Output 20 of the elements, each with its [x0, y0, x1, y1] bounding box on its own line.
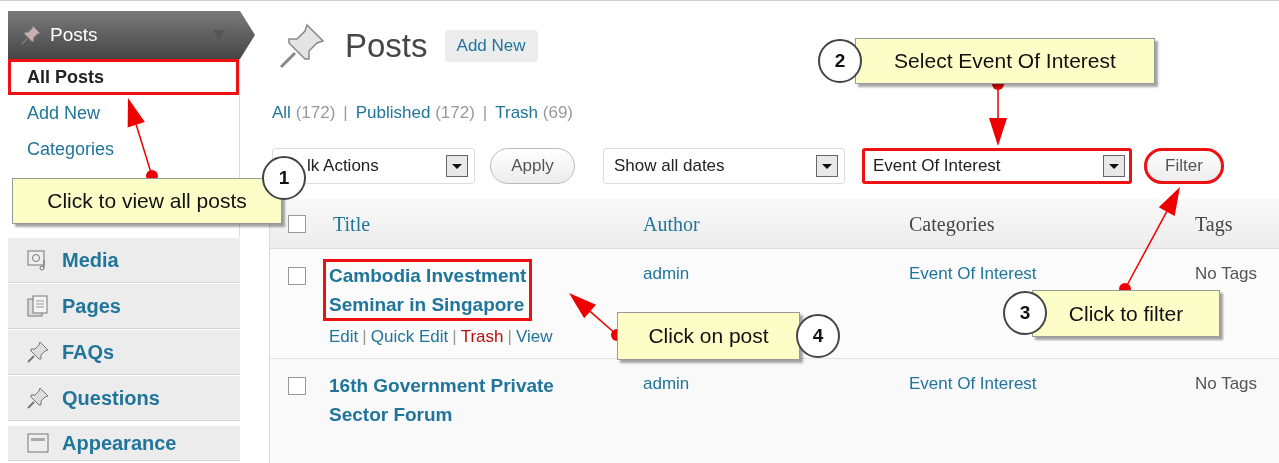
callout-tooltip: Select Event Of Interest	[855, 38, 1155, 84]
column-header: Categories	[908, 211, 996, 238]
column-header: Tags	[1194, 211, 1234, 238]
callout-tooltip: Click on post	[617, 312, 800, 360]
separator: |	[362, 326, 367, 348]
callout-tooltip: Click to filter	[1032, 290, 1220, 337]
separator: |	[482, 102, 488, 125]
table-cell-text: No Tags	[1194, 263, 1259, 285]
step-number-tooltip: 2	[818, 39, 862, 83]
menu-item-label: Questions	[62, 386, 160, 411]
page-title: Posts	[345, 26, 428, 67]
menu-item-label: Pages	[62, 294, 121, 319]
menu-item-label: Appearance	[62, 431, 177, 456]
menu-item-label: Media	[62, 248, 119, 273]
separator: |	[343, 102, 348, 125]
menu-item-label: FAQs	[62, 340, 115, 365]
separator: |	[452, 326, 457, 348]
menu-header-label: Posts	[50, 22, 98, 47]
separator: |	[507, 326, 512, 348]
table-cell-text: No Tags	[1194, 373, 1259, 395]
